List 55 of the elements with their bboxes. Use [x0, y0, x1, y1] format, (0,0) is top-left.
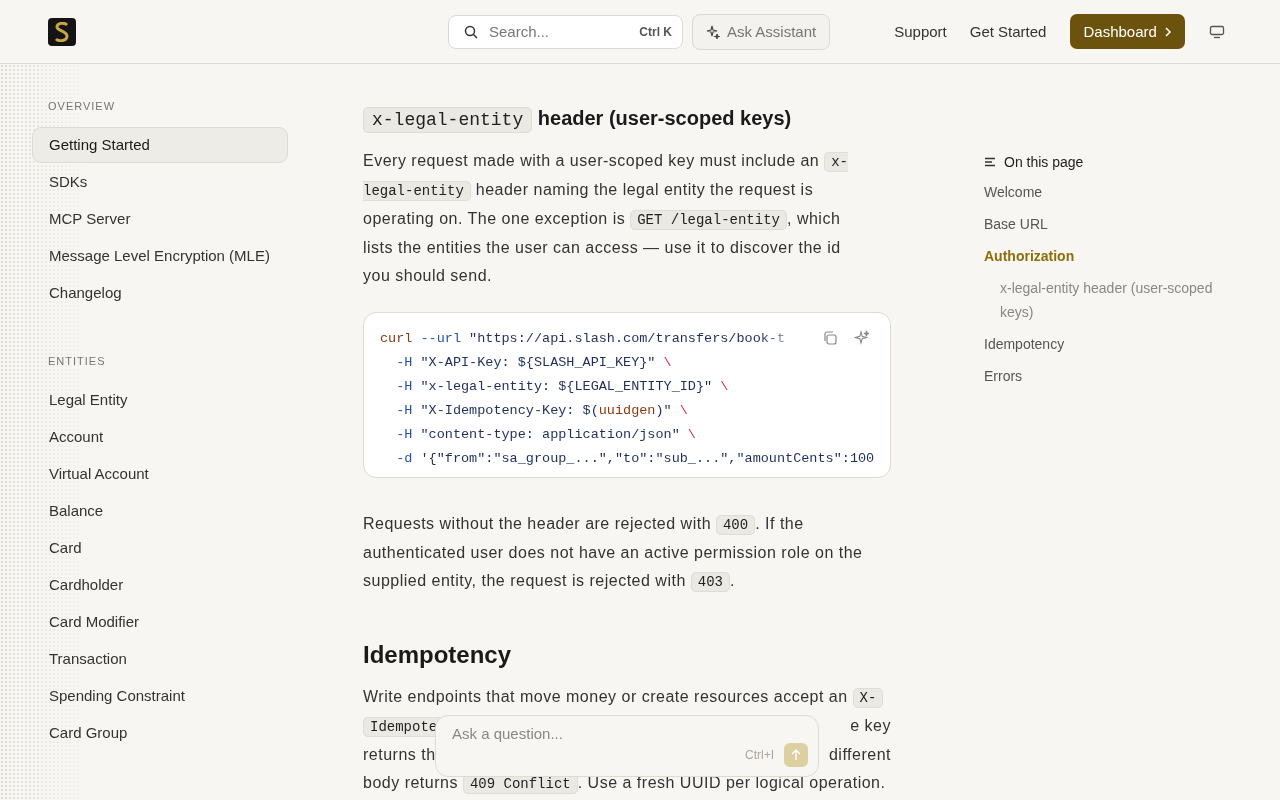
- paragraph-text: returns th: [363, 745, 436, 765]
- toc-link[interactable]: Welcome: [984, 180, 1244, 204]
- toc-link[interactable]: Base URL: [984, 212, 1244, 236]
- nav-link[interactable]: Get Started: [969, 23, 1047, 40]
- sidebar-item[interactable]: Virtual Account: [32, 456, 288, 492]
- sidebar-item[interactable]: Account: [32, 419, 288, 455]
- toc-link[interactable]: Authorization: [984, 244, 1244, 268]
- question-field[interactable]: Ask a question...: [450, 724, 812, 743]
- logo-icon[interactable]: [48, 17, 76, 46]
- section-heading: ENTITIES: [47, 355, 107, 367]
- sidebar-item[interactable]: Legal Entity: [32, 382, 288, 418]
- toc-link[interactable]: Errors: [984, 364, 1244, 388]
- sidebar-item[interactable]: Balance: [32, 493, 288, 529]
- search-input[interactable]: Search...: [487, 22, 631, 41]
- section-heading: OVERVIEW: [47, 100, 117, 112]
- paragraph: Requests without the header are rejected with 400 . If the authenticated user does not have an active permission role on the supplied entity, the request is rejected with 403 .: [363, 514, 864, 594]
- sidebar-item[interactable]: Spending Constraint: [32, 678, 288, 714]
- sidebar-item[interactable]: Card Group: [32, 715, 288, 751]
- list-icon: [984, 157, 996, 167]
- sidebar-item[interactable]: Card Modifier: [32, 604, 288, 640]
- shortcut-hint: Ctrl+I: [745, 748, 774, 762]
- code-line: -d '{"from":"sa_group_...","to":"sub_...","amountCents":100: [395, 450, 876, 468]
- toc-link[interactable]: Idempotency: [984, 332, 1244, 356]
- paragraph-text: different: [828, 745, 891, 765]
- arrow-up-icon: [790, 749, 802, 761]
- section-heading: Idempotency: [363, 641, 513, 669]
- shortcut-hint: Ctrl K: [639, 24, 672, 39]
- toc-heading: On this page: [984, 154, 1244, 170]
- code-line: -H "content-type: application/json" \: [395, 426, 697, 444]
- sidebar-item[interactable]: Cardholder: [32, 567, 288, 603]
- code-line: -H "x-legal-entity: ${LEGAL_ENTITY_ID}" \: [395, 378, 730, 396]
- paragraph: Every request made with a user-scoped key must include an x-legal-entity header naming the legal entity the request is operating on. The one exception is GET /legal-entity , which lists the entities the user can access — use it to discover the id you should send.: [363, 151, 850, 286]
- paragraph-text: Write endpoints that move money or create resources accept an X-: [363, 683, 884, 712]
- sidebar-item[interactable]: SDKs: [32, 164, 288, 200]
- monitor-icon[interactable]: [1208, 24, 1225, 39]
- sidebar-item[interactable]: Getting Started: [32, 127, 288, 163]
- code-line: curl --url "https://api.slash.com/transfers/book-t: [380, 330, 787, 348]
- sidebar-item[interactable]: MCP Server: [32, 201, 288, 237]
- paragraph-text: e key: [850, 716, 891, 736]
- code-line: -H "X-Idempotency-Key: $(uuidgen)" \: [395, 402, 689, 420]
- chevron-right-icon: [1163, 26, 1172, 37]
- sparkle-icon: [706, 24, 720, 39]
- search-icon: [464, 24, 478, 39]
- sparkle-icon[interactable]: [854, 330, 870, 346]
- code-line: -H "X-API-Key: ${SLASH_API_KEY}" \: [395, 354, 673, 372]
- dashboard-button[interactable]: Dashboard: [1070, 14, 1185, 49]
- nav-link[interactable]: Support: [894, 23, 947, 40]
- copy-icon[interactable]: [822, 330, 838, 346]
- ask-assistant-button[interactable]: Ask Assistant: [692, 13, 831, 50]
- section-heading: x-legal-entity header (user-scoped keys): [363, 103, 891, 135]
- search-field[interactable]: Search... Ctrl K: [448, 14, 683, 49]
- sidebar-item[interactable]: Changelog: [32, 275, 288, 311]
- sidebar-item[interactable]: Message Level Encryption (MLE): [32, 238, 288, 274]
- sidebar-item[interactable]: Transaction: [32, 641, 288, 677]
- sidebar-item[interactable]: Card: [32, 530, 288, 566]
